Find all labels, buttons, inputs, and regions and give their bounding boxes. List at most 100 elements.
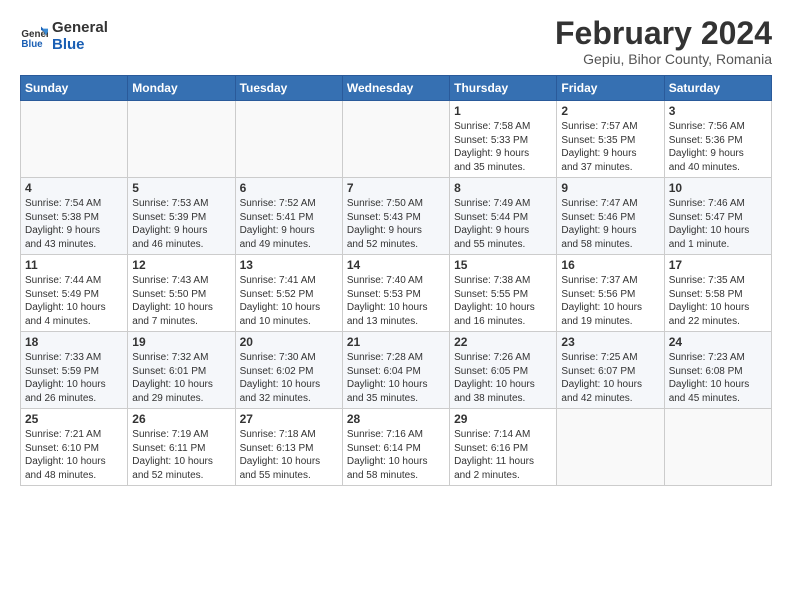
day-info: Sunrise: 7:26 AMSunset: 6:05 PMDaylight:… <box>454 351 552 405</box>
cell-w4-d4: 29 Sunrise: 7:14 AMSunset: 6:16 PMDayligh… <box>450 409 557 486</box>
cell-w2-d0: 11 Sunrise: 7:44 AMSunset: 5:49 PMDayligh… <box>21 255 128 332</box>
day-info: Sunrise: 7:35 AMSunset: 5:58 PMDaylight:… <box>669 274 767 328</box>
logo: General Blue General Blue <box>20 20 108 53</box>
day-info: Sunrise: 7:44 AMSunset: 5:49 PMDaylight:… <box>25 274 123 328</box>
week-row-2: 11 Sunrise: 7:44 AMSunset: 5:49 PMDayligh… <box>21 255 772 332</box>
cell-w1-d2: 6 Sunrise: 7:52 AMSunset: 5:41 PMDaylight… <box>235 178 342 255</box>
cell-w1-d1: 5Sunrise: 7:53 AMSunset: 5:39 PMDaylight… <box>128 178 235 255</box>
day-number: 27 <box>240 412 338 426</box>
logo-line1: General <box>52 20 108 37</box>
cell-w4-d6 <box>664 409 771 486</box>
day-number: 11 <box>25 258 123 272</box>
cell-w1-d6: 10 Sunrise: 7:46 AMSunset: 5:47 PMDayligh… <box>664 178 771 255</box>
day-info: Sunrise: 7:56 AMSunset: 5:36 PMDaylight:… <box>669 120 767 174</box>
cell-w3-d4: 22Sunrise: 7:26 AMSunset: 6:05 PMDayligh… <box>450 332 557 409</box>
day-info: Sunrise: 7:47 AMSunset: 5:46 PMDaylight:… <box>561 197 659 251</box>
col-monday: Monday <box>128 76 235 101</box>
day-info: Sunrise: 7:41 AMSunset: 5:52 PMDaylight:… <box>240 274 338 328</box>
col-saturday: Saturday <box>664 76 771 101</box>
day-info: Sunrise: 7:19 AMSunset: 6:11 PMDaylight:… <box>132 428 230 482</box>
day-info: Sunrise: 7:58 AMSunset: 5:33 PMDaylight:… <box>454 120 552 174</box>
day-number: 21 <box>347 335 445 349</box>
day-number: 14 <box>347 258 445 272</box>
day-info: Sunrise: 7:32 AMSunset: 6:01 PMDaylight:… <box>132 351 230 405</box>
col-thursday: Thursday <box>450 76 557 101</box>
cell-w1-d5: 9 Sunrise: 7:47 AMSunset: 5:46 PMDaylight… <box>557 178 664 255</box>
cell-w0-d2 <box>235 101 342 178</box>
cell-w0-d0 <box>21 101 128 178</box>
day-info: Sunrise: 7:54 AMSunset: 5:38 PMDaylight:… <box>25 197 123 251</box>
day-number: 17 <box>669 258 767 272</box>
day-info: Sunrise: 7:52 AMSunset: 5:41 PMDaylight:… <box>240 197 338 251</box>
day-number: 28 <box>347 412 445 426</box>
cell-w2-d3: 14 Sunrise: 7:40 AMSunset: 5:53 PMDayligh… <box>342 255 449 332</box>
week-row-4: 25Sunrise: 7:21 AMSunset: 6:10 PMDayligh… <box>21 409 772 486</box>
calendar: Sunday Monday Tuesday Wednesday Thursday… <box>20 75 772 486</box>
day-number: 4 <box>25 181 123 195</box>
day-info: Sunrise: 7:30 AMSunset: 6:02 PMDaylight:… <box>240 351 338 405</box>
day-info: Sunrise: 7:18 AMSunset: 6:13 PMDaylight:… <box>240 428 338 482</box>
title-block: February 2024 Gepiu, Bihor County, Roman… <box>555 16 772 67</box>
cell-w4-d0: 25Sunrise: 7:21 AMSunset: 6:10 PMDayligh… <box>21 409 128 486</box>
cell-w0-d1 <box>128 101 235 178</box>
logo-line2: Blue <box>52 37 108 54</box>
header-row: Sunday Monday Tuesday Wednesday Thursday… <box>21 76 772 101</box>
cell-w4-d2: 27 Sunrise: 7:18 AMSunset: 6:13 PMDayligh… <box>235 409 342 486</box>
day-number: 1 <box>454 104 552 118</box>
week-row-0: 1 Sunrise: 7:58 AMSunset: 5:33 PMDaylight… <box>21 101 772 178</box>
day-number: 5 <box>132 181 230 195</box>
day-info: Sunrise: 7:37 AMSunset: 5:56 PMDaylight:… <box>561 274 659 328</box>
day-number: 10 <box>669 181 767 195</box>
cell-w3-d2: 20 Sunrise: 7:30 AMSunset: 6:02 PMDayligh… <box>235 332 342 409</box>
week-row-1: 4 Sunrise: 7:54 AMSunset: 5:38 PMDaylight… <box>21 178 772 255</box>
cell-w2-d6: 17 Sunrise: 7:35 AMSunset: 5:58 PMDayligh… <box>664 255 771 332</box>
day-info: Sunrise: 7:25 AMSunset: 6:07 PMDaylight:… <box>561 351 659 405</box>
day-info: Sunrise: 7:16 AMSunset: 6:14 PMDaylight:… <box>347 428 445 482</box>
cell-w2-d5: 16 Sunrise: 7:37 AMSunset: 5:56 PMDayligh… <box>557 255 664 332</box>
cell-w3-d1: 19 Sunrise: 7:32 AMSunset: 6:01 PMDayligh… <box>128 332 235 409</box>
cell-w2-d4: 15 Sunrise: 7:38 AMSunset: 5:55 PMDayligh… <box>450 255 557 332</box>
cell-w0-d3 <box>342 101 449 178</box>
day-number: 24 <box>669 335 767 349</box>
day-number: 6 <box>240 181 338 195</box>
day-number: 29 <box>454 412 552 426</box>
cell-w3-d5: 23Sunrise: 7:25 AMSunset: 6:07 PMDayligh… <box>557 332 664 409</box>
day-info: Sunrise: 7:28 AMSunset: 6:04 PMDaylight:… <box>347 351 445 405</box>
day-number: 9 <box>561 181 659 195</box>
day-info: Sunrise: 7:46 AMSunset: 5:47 PMDaylight:… <box>669 197 767 251</box>
main-title: February 2024 <box>555 16 772 51</box>
cell-w0-d6: 3Sunrise: 7:56 AMSunset: 5:36 PMDaylight… <box>664 101 771 178</box>
day-info: Sunrise: 7:33 AMSunset: 5:59 PMDaylight:… <box>25 351 123 405</box>
day-number: 7 <box>347 181 445 195</box>
cell-w2-d2: 13 Sunrise: 7:41 AMSunset: 5:52 PMDayligh… <box>235 255 342 332</box>
day-number: 2 <box>561 104 659 118</box>
cell-w3-d0: 18 Sunrise: 7:33 AMSunset: 5:59 PMDayligh… <box>21 332 128 409</box>
day-number: 18 <box>25 335 123 349</box>
day-info: Sunrise: 7:14 AMSunset: 6:16 PMDaylight:… <box>454 428 552 482</box>
subtitle: Gepiu, Bihor County, Romania <box>555 51 772 67</box>
cell-w3-d3: 21 Sunrise: 7:28 AMSunset: 6:04 PMDayligh… <box>342 332 449 409</box>
svg-text:Blue: Blue <box>21 38 43 49</box>
day-number: 12 <box>132 258 230 272</box>
day-number: 13 <box>240 258 338 272</box>
day-number: 20 <box>240 335 338 349</box>
cell-w1-d0: 4 Sunrise: 7:54 AMSunset: 5:38 PMDaylight… <box>21 178 128 255</box>
col-friday: Friday <box>557 76 664 101</box>
cell-w4-d3: 28 Sunrise: 7:16 AMSunset: 6:14 PMDayligh… <box>342 409 449 486</box>
day-info: Sunrise: 7:43 AMSunset: 5:50 PMDaylight:… <box>132 274 230 328</box>
day-info: Sunrise: 7:49 AMSunset: 5:44 PMDaylight:… <box>454 197 552 251</box>
cell-w0-d5: 2Sunrise: 7:57 AMSunset: 5:35 PMDaylight… <box>557 101 664 178</box>
day-number: 16 <box>561 258 659 272</box>
day-info: Sunrise: 7:40 AMSunset: 5:53 PMDaylight:… <box>347 274 445 328</box>
day-number: 25 <box>25 412 123 426</box>
col-tuesday: Tuesday <box>235 76 342 101</box>
week-row-3: 18 Sunrise: 7:33 AMSunset: 5:59 PMDayligh… <box>21 332 772 409</box>
day-info: Sunrise: 7:38 AMSunset: 5:55 PMDaylight:… <box>454 274 552 328</box>
day-number: 15 <box>454 258 552 272</box>
cell-w1-d3: 7Sunrise: 7:50 AMSunset: 5:43 PMDaylight… <box>342 178 449 255</box>
header: General Blue General Blue February 2024 … <box>20 16 772 67</box>
cell-w3-d6: 24Sunrise: 7:23 AMSunset: 6:08 PMDayligh… <box>664 332 771 409</box>
page: General Blue General Blue February 2024 … <box>0 0 792 496</box>
cell-w0-d4: 1 Sunrise: 7:58 AMSunset: 5:33 PMDaylight… <box>450 101 557 178</box>
day-number: 19 <box>132 335 230 349</box>
